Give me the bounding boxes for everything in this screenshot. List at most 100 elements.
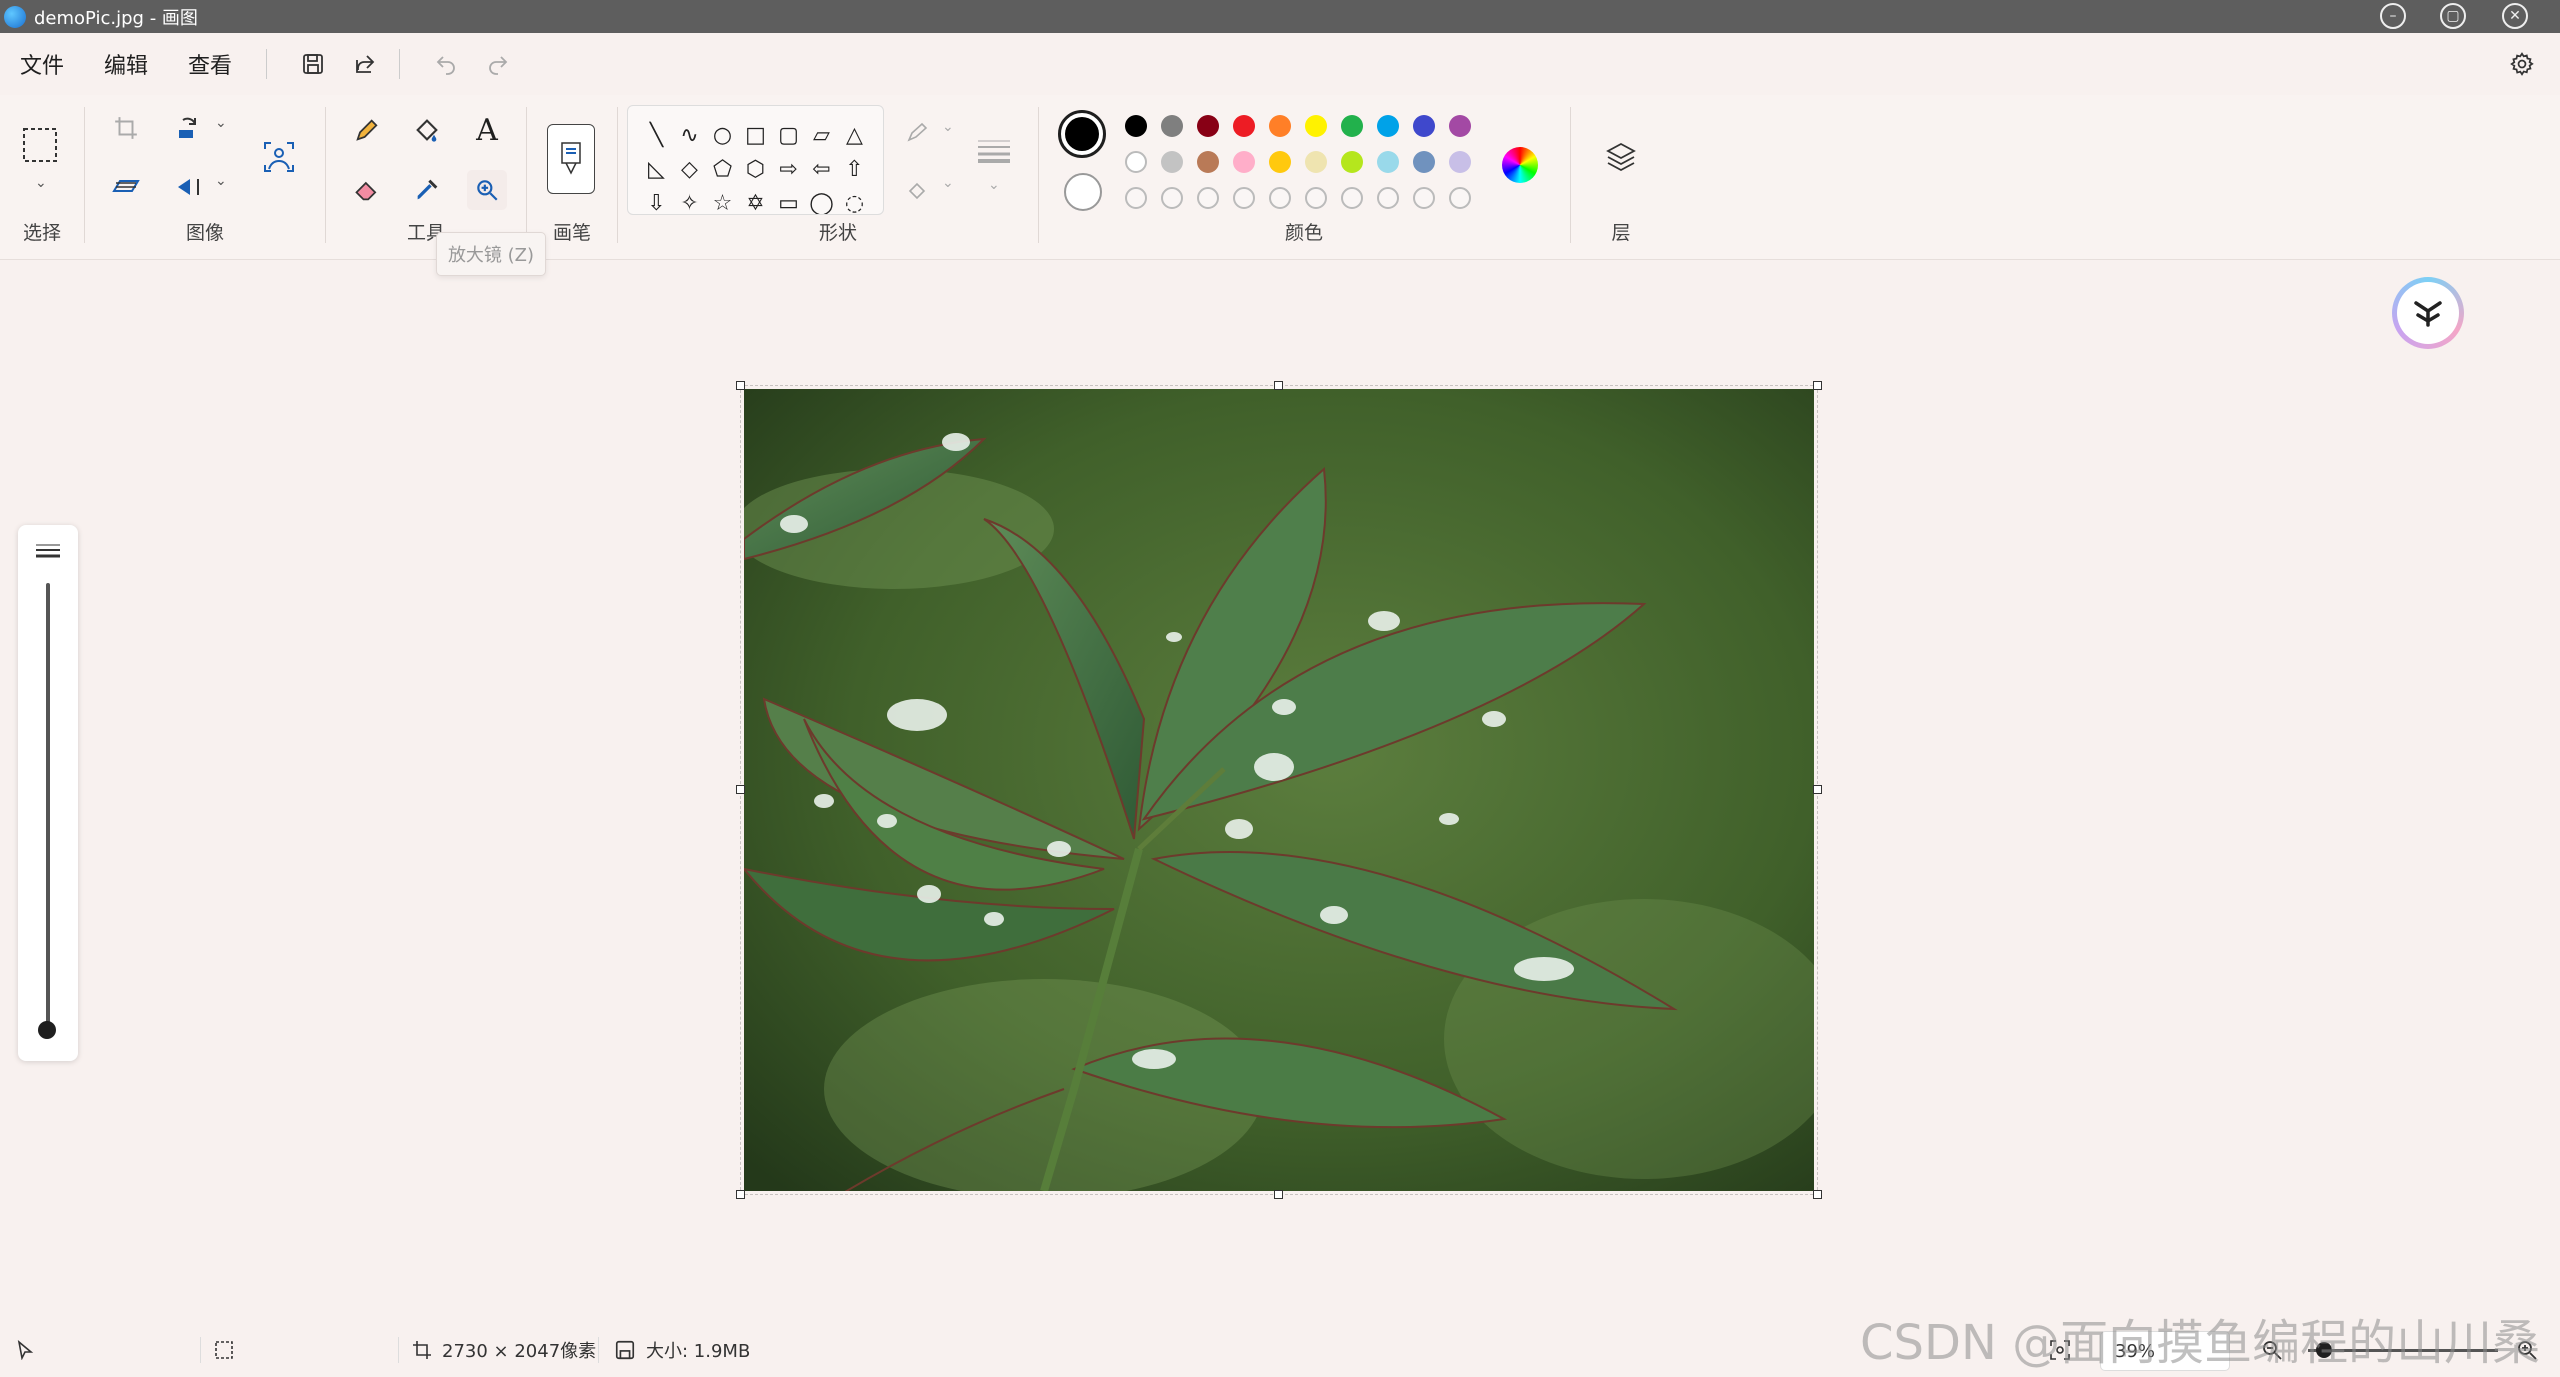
resize-handle[interactable] (1813, 381, 1822, 390)
layers-icon[interactable] (1601, 137, 1641, 177)
text-tool-icon[interactable]: A (467, 110, 507, 150)
color-swatch[interactable] (1233, 115, 1255, 137)
restore-button[interactable]: ▢ (2440, 3, 2466, 29)
gear-icon[interactable] (2502, 44, 2542, 84)
custom-color-slot[interactable] (1197, 187, 1219, 209)
custom-color-slot[interactable] (1413, 187, 1435, 209)
background-removal-icon[interactable] (259, 137, 299, 177)
menu-view[interactable]: 查看 (168, 44, 252, 84)
menu-file[interactable]: 文件 (0, 44, 84, 84)
pencil-icon[interactable] (347, 110, 387, 150)
five-point-star-shape-icon[interactable]: ☆ (706, 186, 739, 215)
right-triangle-shape-icon[interactable]: ◺ (640, 152, 673, 186)
eraser-icon[interactable] (347, 170, 387, 210)
color-swatch[interactable] (1449, 151, 1471, 173)
callout-cloud-shape-icon[interactable]: ◌ (838, 186, 871, 215)
hexagon-shape-icon[interactable]: ⬡ (739, 152, 772, 186)
callout-oval-shape-icon[interactable]: ◯ (805, 186, 838, 215)
resize-handle[interactable] (736, 785, 745, 794)
custom-color-slot[interactable] (1305, 187, 1327, 209)
color-swatch[interactable] (1161, 115, 1183, 137)
color-swatch[interactable] (1197, 115, 1219, 137)
custom-color-slot[interactable] (1377, 187, 1399, 209)
triangle-shape-icon[interactable]: △ (838, 118, 871, 152)
redo-icon[interactable] (478, 44, 518, 84)
cocreator-button[interactable] (2392, 277, 2464, 349)
color-swatch[interactable] (1413, 151, 1435, 173)
chevron-down-icon[interactable]: ⌄ (942, 175, 954, 191)
color-swatch[interactable] (1377, 151, 1399, 173)
color-swatch[interactable] (1413, 115, 1435, 137)
oval-shape-icon[interactable]: ○ (706, 118, 739, 152)
chevron-down-icon[interactable]: ⌄ (942, 119, 954, 135)
color-swatch[interactable] (1269, 151, 1291, 173)
menu-edit[interactable]: 编辑 (84, 44, 168, 84)
resize-handle[interactable] (1813, 785, 1822, 794)
color-swatch[interactable] (1233, 151, 1255, 173)
brush-size-track[interactable] (46, 583, 50, 1033)
curve-shape-icon[interactable]: ∿ (673, 118, 706, 152)
color-swatch[interactable] (1449, 115, 1471, 137)
color-picker-icon[interactable] (407, 170, 447, 210)
six-point-star-shape-icon[interactable]: ✡ (739, 186, 772, 215)
custom-color-slot[interactable] (1269, 187, 1291, 209)
chevron-down-icon[interactable]: ⌄ (215, 115, 227, 131)
color-swatch[interactable] (1305, 151, 1327, 173)
right-arrow-shape-icon[interactable]: ⇨ (772, 152, 805, 186)
brush-icon[interactable] (547, 124, 595, 194)
fill-bucket-icon[interactable] (407, 110, 447, 150)
fill-icon[interactable] (899, 170, 939, 210)
chevron-down-icon[interactable]: ⌄ (35, 175, 47, 191)
custom-color-slot[interactable] (1341, 187, 1363, 209)
custom-color-slot[interactable] (1233, 187, 1255, 209)
rectangle-shape-icon[interactable]: □ (739, 118, 772, 152)
up-arrow-shape-icon[interactable]: ⇧ (838, 152, 871, 186)
resize-handle[interactable] (1274, 381, 1283, 390)
four-point-star-shape-icon[interactable]: ✧ (673, 186, 706, 215)
color-swatch[interactable] (1341, 115, 1363, 137)
outline-icon[interactable] (899, 113, 939, 153)
custom-color-slot[interactable] (1125, 187, 1147, 209)
resize-handle[interactable] (736, 381, 745, 390)
primary-color[interactable] (1058, 110, 1106, 158)
resize-handle[interactable] (1813, 1190, 1822, 1199)
color-swatch[interactable] (1269, 115, 1291, 137)
secondary-color[interactable] (1064, 173, 1102, 211)
down-arrow-shape-icon[interactable]: ⇩ (640, 186, 673, 215)
color-swatch[interactable] (1161, 151, 1183, 173)
color-swatch[interactable] (1305, 115, 1327, 137)
minimize-button[interactable]: – (2380, 3, 2406, 29)
line-shape-icon[interactable]: ╲ (640, 118, 673, 152)
color-swatch[interactable] (1125, 115, 1147, 137)
color-swatch[interactable] (1341, 151, 1363, 173)
close-button[interactable]: ✕ (2502, 3, 2528, 29)
edit-colors-icon[interactable] (1502, 147, 1538, 183)
custom-color-slot[interactable] (1449, 187, 1471, 209)
save-icon[interactable] (293, 44, 333, 84)
chevron-down-icon[interactable]: ⌄ (988, 177, 1000, 193)
resize-handle[interactable] (736, 1190, 745, 1199)
canvas-image[interactable] (744, 389, 1814, 1191)
callout-rect-shape-icon[interactable]: ▭ (772, 186, 805, 215)
share-icon[interactable] (345, 44, 385, 84)
polygon-shape-icon[interactable]: ▱ (805, 118, 838, 152)
pentagon-shape-icon[interactable]: ⬠ (706, 152, 739, 186)
color-swatch[interactable] (1377, 115, 1399, 137)
color-swatch[interactable] (1197, 151, 1219, 173)
custom-color-slot[interactable] (1161, 187, 1183, 209)
chevron-down-icon[interactable]: ⌄ (215, 173, 227, 189)
rotate-icon[interactable] (169, 108, 209, 148)
line-width-icon[interactable] (974, 130, 1014, 170)
rectangle-select-icon[interactable] (20, 125, 60, 165)
undo-icon[interactable] (426, 44, 466, 84)
resize-handle[interactable] (1274, 1190, 1283, 1199)
brush-size-thumb[interactable] (38, 1021, 56, 1039)
rounded-rectangle-shape-icon[interactable]: ▢ (772, 118, 805, 152)
left-arrow-shape-icon[interactable]: ⇦ (805, 152, 838, 186)
magnifier-icon[interactable] (467, 170, 507, 210)
color-swatch[interactable] (1125, 151, 1147, 173)
flip-icon[interactable] (169, 167, 209, 207)
crop-icon[interactable] (106, 108, 146, 148)
resize-skew-icon[interactable] (106, 167, 146, 207)
diamond-shape-icon[interactable]: ◇ (673, 152, 706, 186)
